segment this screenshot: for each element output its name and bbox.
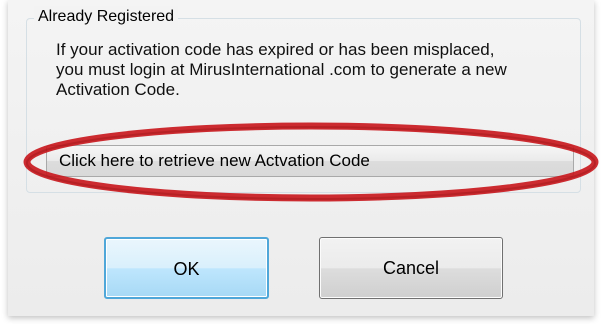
dialog-screenshot: Already Registered If your activation co… [0,0,602,324]
activation-message: If your activation code has expired or h… [56,40,576,100]
activation-message-line-2: you must login at MirusInternational .co… [56,60,507,79]
activation-message-line-3: Activation Code. [56,80,180,99]
ok-button[interactable]: OK [104,237,269,299]
activation-message-line-1: If your activation code has expired or h… [56,40,495,59]
cancel-button[interactable]: Cancel [319,237,503,299]
retrieve-activation-code-button[interactable]: Click here to retrieve new Actvation Cod… [46,145,574,177]
groupbox-title: Already Registered [34,6,179,28]
